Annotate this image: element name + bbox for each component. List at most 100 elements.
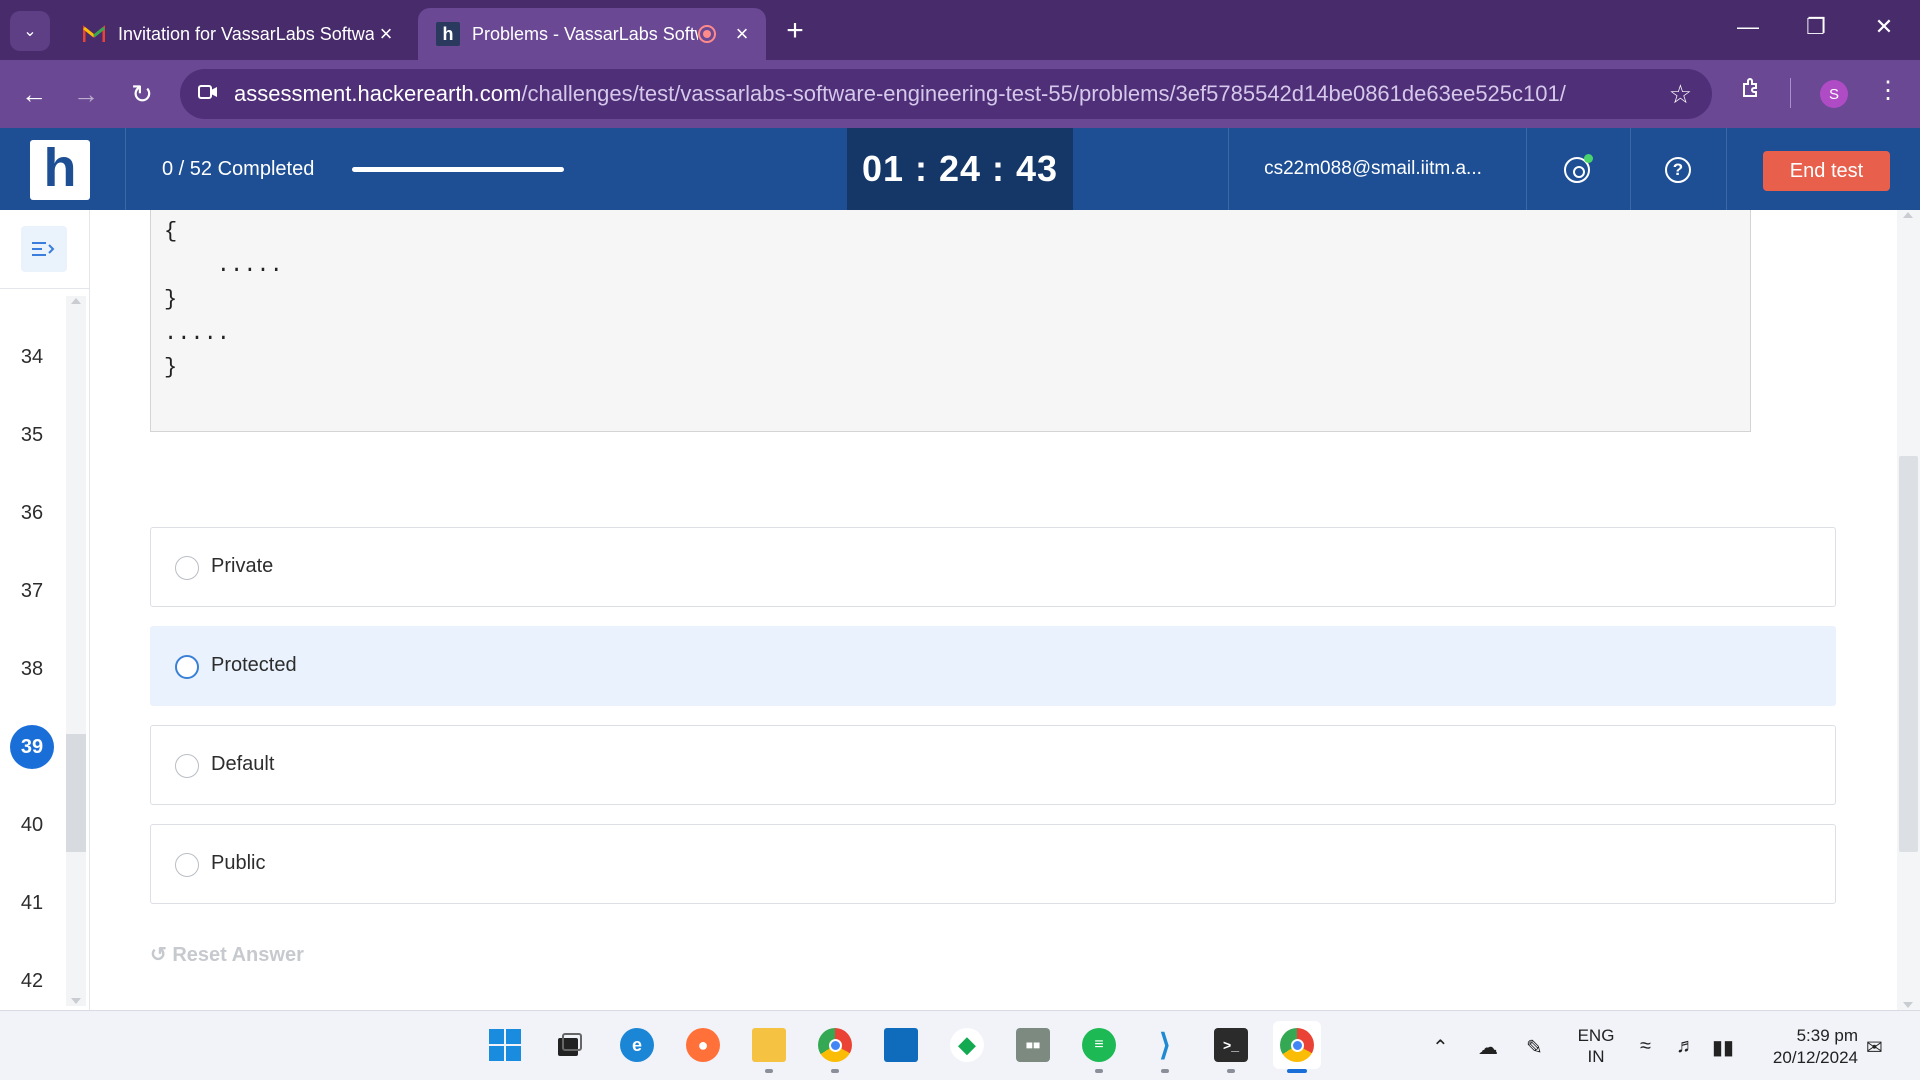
extensions-icon[interactable] — [1740, 76, 1764, 107]
question-navigator: 34 35 36 37 38 39 40 41 42 — [0, 210, 90, 1010]
reset-answer-button[interactable]: ↺ Reset Answer — [150, 942, 304, 967]
notification-icon[interactable]: ✉ — [1866, 1035, 1883, 1060]
close-tab-icon[interactable]: × — [374, 21, 398, 47]
end-test-button[interactable]: End test — [1763, 151, 1890, 191]
reload-icon[interactable]: ↻ — [124, 76, 160, 112]
address-bar[interactable]: assessment.hackerearth.com/challenges/te… — [180, 69, 1712, 119]
forward-icon[interactable]: → — [68, 76, 104, 112]
progress-text: 0 / 52 Completed — [162, 158, 315, 180]
task-view-icon[interactable] — [545, 1021, 593, 1069]
wifi-icon[interactable]: ≈ — [1640, 1035, 1651, 1058]
user-email[interactable]: cs22m088@smail.iitm.a... — [1230, 158, 1516, 180]
pen-icon[interactable]: ✎ — [1526, 1035, 1543, 1060]
header-divider — [1228, 128, 1229, 210]
code-snippet: { ..... } ..... } — [150, 210, 1751, 432]
webcam-icon[interactable] — [1559, 152, 1595, 188]
show-hidden-icons-icon[interactable]: ⌃ — [1432, 1035, 1449, 1060]
firefox-icon[interactable]: ● — [679, 1021, 727, 1069]
mongodb-icon[interactable]: ◆ — [943, 1021, 991, 1069]
camera-permission-icon[interactable] — [198, 84, 222, 105]
scroll-up-arrow-icon[interactable] — [71, 298, 81, 304]
edge-icon[interactable]: e — [613, 1021, 661, 1069]
question-number-39-current[interactable]: 39 — [10, 725, 54, 769]
sidebar-scroll-thumb[interactable] — [66, 734, 86, 852]
code-line: } — [164, 287, 178, 312]
answer-option-protected[interactable]: Protected — [150, 626, 1836, 706]
clock-date: 20/12/2024 — [1772, 1048, 1858, 1067]
windows-store-icon[interactable] — [877, 1021, 925, 1069]
main-scroll-thumb[interactable] — [1899, 456, 1918, 852]
toolbar-divider — [1790, 78, 1791, 108]
question-number-40[interactable]: 40 — [10, 803, 54, 847]
scroll-down-arrow-icon[interactable] — [71, 998, 81, 1004]
windows-taskbar: e ● ◆ ■■ ≡ ⟩ >_ ⌃ ☁ ✎ ENG IN ≈ ♬ ▮▮ 5:39… — [0, 1010, 1920, 1080]
help-icon[interactable]: ? — [1660, 152, 1696, 188]
option-label: Default — [211, 753, 275, 775]
terminal-icon[interactable]: >_ — [1207, 1021, 1255, 1073]
back-icon[interactable]: ← — [16, 76, 52, 112]
scroll-down-arrow-icon[interactable] — [1903, 1002, 1913, 1008]
code-line: ..... — [164, 321, 231, 346]
url-host: assessment.hackerearth.com — [234, 81, 522, 106]
tab-title: Problems - VassarLabs Software Engineeri… — [472, 23, 698, 44]
countdown-timer: 01 : 24 : 43 — [847, 128, 1073, 210]
option-label: Protected — [211, 654, 297, 676]
browser-menu-icon[interactable]: ⋮ — [1876, 76, 1900, 105]
answer-option-default[interactable]: Default — [150, 725, 1836, 805]
question-number-35[interactable]: 35 — [10, 413, 54, 457]
undo-icon: ↺ — [150, 944, 167, 966]
question-number-38[interactable]: 38 — [10, 647, 54, 691]
radio-button[interactable] — [175, 556, 199, 580]
header-divider — [1726, 128, 1727, 210]
main-scrollbar[interactable] — [1897, 210, 1920, 1010]
chrome-icon[interactable] — [811, 1021, 859, 1073]
reset-answer-label: Reset Answer — [172, 944, 304, 966]
collapse-sidebar-icon[interactable] — [21, 226, 67, 272]
vscode-icon[interactable]: ⟩ — [1141, 1021, 1189, 1073]
header-divider — [1630, 128, 1631, 210]
test-header: h 0 / 52 Completed 01 : 24 : 43 cs22m088… — [0, 128, 1920, 210]
question-number-36[interactable]: 36 — [10, 491, 54, 535]
question-number-41[interactable]: 41 — [10, 881, 54, 925]
restore-icon[interactable]: ❐ — [1796, 14, 1836, 40]
question-number-37[interactable]: 37 — [10, 569, 54, 613]
film-editor-icon[interactable]: ■■ — [1009, 1021, 1057, 1069]
question-number-42[interactable]: 42 — [10, 959, 54, 1003]
code-line: } — [164, 355, 178, 380]
sidebar-scrollbar[interactable] — [66, 296, 86, 1006]
tab-gmail-invitation[interactable]: Invitation for VassarLabs Software Engin… — [64, 8, 410, 60]
onedrive-icon[interactable]: ☁ — [1478, 1035, 1498, 1060]
question-number-34[interactable]: 34 — [10, 335, 54, 379]
file-explorer-icon[interactable] — [745, 1021, 793, 1073]
logo-container: h — [0, 128, 126, 210]
close-window-icon[interactable]: ✕ — [1864, 14, 1904, 40]
code-line: { — [164, 219, 178, 244]
radio-button[interactable] — [175, 754, 199, 778]
battery-icon[interactable]: ▮▮ — [1712, 1035, 1734, 1060]
volume-icon[interactable]: ♬ — [1676, 1035, 1696, 1058]
option-label: Public — [211, 852, 266, 874]
browser-toolbar: ← → ↻ assessment.hackerearth.com/challen… — [0, 60, 1920, 128]
close-tab-icon[interactable]: × — [730, 21, 754, 47]
bookmark-star-icon[interactable]: ☆ — [1669, 79, 1692, 110]
radio-button[interactable] — [175, 853, 199, 877]
minimize-icon[interactable]: — — [1728, 14, 1768, 40]
language-indicator[interactable]: ENG IN — [1576, 1025, 1616, 1067]
tab-title: Invitation for VassarLabs Software Engin… — [118, 23, 374, 44]
recording-icon — [698, 25, 716, 43]
profile-avatar[interactable]: S — [1820, 80, 1848, 108]
new-tab-icon[interactable]: + — [778, 14, 812, 48]
tab-problems[interactable]: h Problems - VassarLabs Software Enginee… — [418, 8, 766, 60]
clock[interactable]: 5:39 pm 20/12/2024 — [1756, 1025, 1858, 1069]
language-code: ENG — [1577, 1026, 1615, 1045]
windows-start-icon[interactable] — [481, 1021, 529, 1069]
radio-button[interactable] — [175, 655, 199, 679]
tab-search-chevron-icon[interactable]: ⌄ — [10, 11, 50, 51]
answer-option-private[interactable]: Private — [150, 527, 1836, 607]
clock-time: 5:39 pm — [1796, 1026, 1858, 1045]
scroll-up-arrow-icon[interactable] — [1903, 212, 1913, 218]
chrome-profile-icon[interactable] — [1273, 1021, 1321, 1073]
spotify-icon[interactable]: ≡ — [1075, 1021, 1123, 1073]
answer-option-public[interactable]: Public — [150, 824, 1836, 904]
header-divider — [1526, 128, 1527, 210]
